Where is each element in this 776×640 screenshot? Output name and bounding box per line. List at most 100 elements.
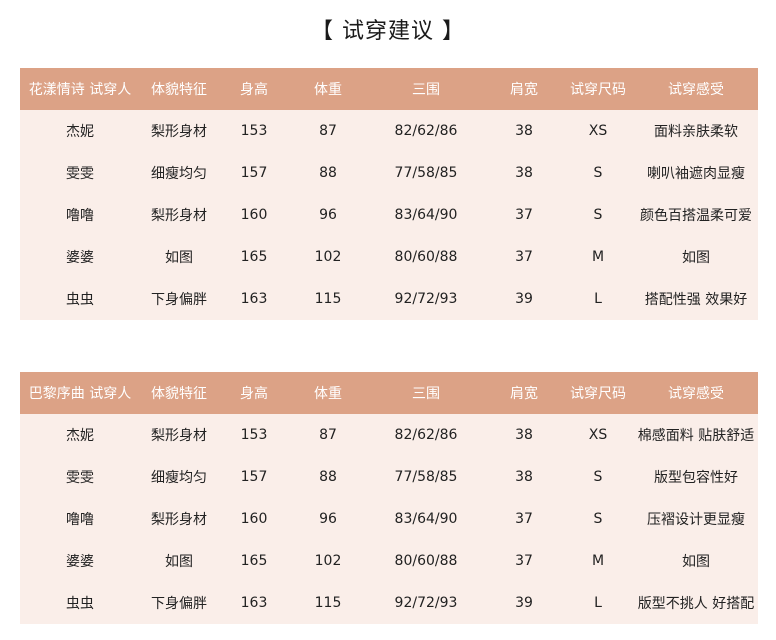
table-row: 虫虫 下身偏胖 163 115 92/72/93 39 L 版型不挑人 好搭配	[20, 582, 758, 624]
cell-measurements: 77/58/85	[366, 152, 486, 194]
cell-body-type: 下身偏胖	[140, 582, 218, 624]
cell-measurements: 83/64/90	[366, 498, 486, 540]
table-row: 婆婆 如图 165 102 80/60/88 37 M 如图	[20, 236, 758, 278]
cell-shoulder: 38	[486, 456, 562, 498]
cell-tester: 雯雯	[20, 152, 140, 194]
cell-size: M	[562, 540, 634, 582]
cell-body-type: 梨形身材	[140, 414, 218, 456]
table-header-row: 花漾情诗 试穿人 体貌特征 身高 体重 三围 肩宽 试穿尺码 试穿感受	[20, 68, 758, 110]
cell-body-type: 梨形身材	[140, 498, 218, 540]
cell-shoulder: 37	[486, 194, 562, 236]
cell-tester: 杰妮	[20, 110, 140, 152]
fitting-table-1: 花漾情诗 试穿人 体貌特征 身高 体重 三围 肩宽 试穿尺码 试穿感受 杰妮 梨…	[20, 68, 758, 320]
cell-weight: 96	[290, 194, 366, 236]
cell-measurements: 77/58/85	[366, 456, 486, 498]
table-header-row: 巴黎序曲 试穿人 体貌特征 身高 体重 三围 肩宽 试穿尺码 试穿感受	[20, 372, 758, 414]
cell-weight: 115	[290, 278, 366, 320]
header-weight: 体重	[290, 68, 366, 110]
header-measurements: 三围	[366, 372, 486, 414]
cell-body-type: 如图	[140, 236, 218, 278]
cell-size: S	[562, 194, 634, 236]
cell-size: XS	[562, 414, 634, 456]
cell-tester: 虫虫	[20, 582, 140, 624]
cell-weight: 87	[290, 414, 366, 456]
cell-body-type: 如图	[140, 540, 218, 582]
table-row: 杰妮 梨形身材 153 87 82/62/86 38 XS 面料亲肤柔软	[20, 110, 758, 152]
cell-height: 163	[218, 582, 290, 624]
cell-body-type: 细瘦均匀	[140, 456, 218, 498]
cell-weight: 115	[290, 582, 366, 624]
cell-measurements: 82/62/86	[366, 414, 486, 456]
cell-feeling: 棉感面料 贴肤舒适	[634, 414, 758, 456]
cell-height: 153	[218, 414, 290, 456]
header-height: 身高	[218, 68, 290, 110]
cell-weight: 88	[290, 152, 366, 194]
cell-tester: 噜噜	[20, 498, 140, 540]
cell-shoulder: 39	[486, 582, 562, 624]
cell-height: 160	[218, 498, 290, 540]
cell-measurements: 80/60/88	[366, 236, 486, 278]
table-row: 虫虫 下身偏胖 163 115 92/72/93 39 L 搭配性强 效果好	[20, 278, 758, 320]
page-title: 【 试穿建议 】	[311, 19, 465, 44]
cell-height: 157	[218, 456, 290, 498]
table-row: 噜噜 梨形身材 160 96 83/64/90 37 S 压褶设计更显瘦	[20, 498, 758, 540]
cell-body-type: 下身偏胖	[140, 278, 218, 320]
header-feeling: 试穿感受	[634, 372, 758, 414]
cell-feeling: 颜色百搭温柔可爱	[634, 194, 758, 236]
table-row: 婆婆 如图 165 102 80/60/88 37 M 如图	[20, 540, 758, 582]
fitting-table-2: 巴黎序曲 试穿人 体貌特征 身高 体重 三围 肩宽 试穿尺码 试穿感受 杰妮 梨…	[20, 372, 758, 624]
header-size: 试穿尺码	[562, 372, 634, 414]
header-weight: 体重	[290, 372, 366, 414]
cell-size: S	[562, 152, 634, 194]
header-size: 试穿尺码	[562, 68, 634, 110]
cell-weight: 96	[290, 498, 366, 540]
header-shoulder: 肩宽	[486, 68, 562, 110]
cell-shoulder: 38	[486, 414, 562, 456]
cell-size: S	[562, 498, 634, 540]
cell-size: S	[562, 456, 634, 498]
cell-body-type: 梨形身材	[140, 194, 218, 236]
cell-height: 153	[218, 110, 290, 152]
cell-weight: 102	[290, 236, 366, 278]
cell-shoulder: 38	[486, 110, 562, 152]
cell-feeling: 搭配性强 效果好	[634, 278, 758, 320]
cell-size: L	[562, 278, 634, 320]
cell-size: L	[562, 582, 634, 624]
cell-tester: 雯雯	[20, 456, 140, 498]
cell-feeling: 压褶设计更显瘦	[634, 498, 758, 540]
cell-weight: 87	[290, 110, 366, 152]
header-feeling: 试穿感受	[634, 68, 758, 110]
table-row: 雯雯 细瘦均匀 157 88 77/58/85 38 S 喇叭袖遮肉显瘦	[20, 152, 758, 194]
header-measurements: 三围	[366, 68, 486, 110]
cell-size: XS	[562, 110, 634, 152]
cell-measurements: 92/72/93	[366, 278, 486, 320]
cell-feeling: 如图	[634, 236, 758, 278]
cell-shoulder: 38	[486, 152, 562, 194]
header-tester: 巴黎序曲 试穿人	[20, 372, 140, 414]
cell-feeling: 面料亲肤柔软	[634, 110, 758, 152]
cell-height: 165	[218, 540, 290, 582]
cell-measurements: 82/62/86	[366, 110, 486, 152]
cell-body-type: 梨形身材	[140, 110, 218, 152]
header-body-type: 体貌特征	[140, 68, 218, 110]
cell-height: 160	[218, 194, 290, 236]
cell-tester: 杰妮	[20, 414, 140, 456]
header-height: 身高	[218, 372, 290, 414]
cell-tester: 婆婆	[20, 236, 140, 278]
cell-measurements: 92/72/93	[366, 582, 486, 624]
cell-feeling: 喇叭袖遮肉显瘦	[634, 152, 758, 194]
cell-tester: 噜噜	[20, 194, 140, 236]
cell-tester: 婆婆	[20, 540, 140, 582]
cell-weight: 102	[290, 540, 366, 582]
cell-height: 165	[218, 236, 290, 278]
cell-measurements: 83/64/90	[366, 194, 486, 236]
header-body-type: 体貌特征	[140, 372, 218, 414]
cell-measurements: 80/60/88	[366, 540, 486, 582]
cell-tester: 虫虫	[20, 278, 140, 320]
cell-shoulder: 39	[486, 278, 562, 320]
header-tester: 花漾情诗 试穿人	[20, 68, 140, 110]
cell-height: 157	[218, 152, 290, 194]
cell-weight: 88	[290, 456, 366, 498]
cell-feeling: 如图	[634, 540, 758, 582]
cell-feeling: 版型不挑人 好搭配	[634, 582, 758, 624]
